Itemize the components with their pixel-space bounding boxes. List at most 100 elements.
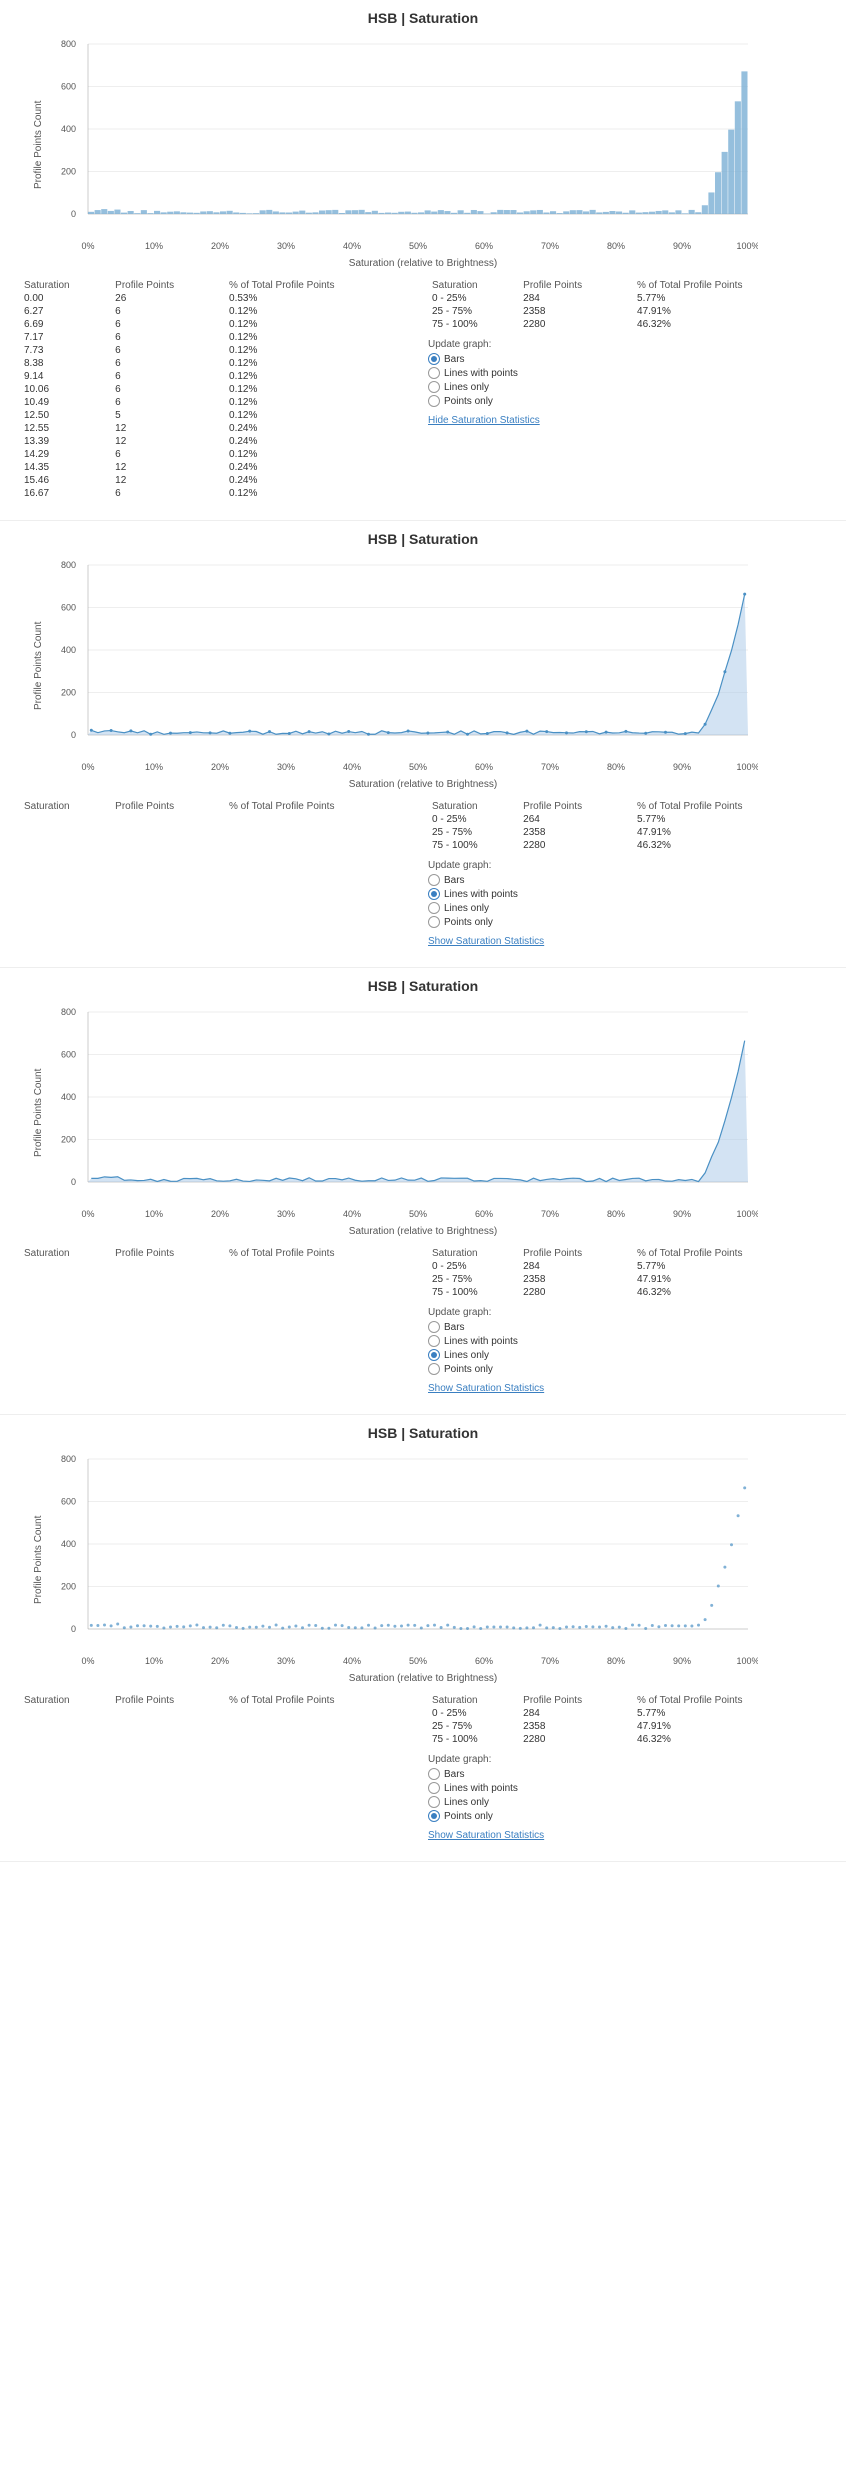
chart-area: Profile Points Count80060040020000%10%20… <box>33 1002 813 1224</box>
radio-option-lines-with-points[interactable]: Lines with points <box>428 367 826 379</box>
sat-value: 13.39 <box>20 435 111 448</box>
sum-pct: 46.32% <box>633 318 826 331</box>
sum-points: 2358 <box>519 1720 633 1733</box>
radio-btn-lines-with-points[interactable] <box>428 888 440 900</box>
radio-option-lines-only[interactable]: Lines only <box>428 902 826 914</box>
svg-text:50%: 50% <box>409 1209 427 1219</box>
chart-container: Profile Points Count80060040020000%10%20… <box>33 34 813 269</box>
y-axis-label: Profile Points Count <box>33 34 44 256</box>
radio-btn-bars[interactable] <box>428 874 440 886</box>
svg-text:30%: 30% <box>277 762 295 772</box>
toggle-stats-link[interactable]: Show Saturation Statistics <box>428 1383 544 1394</box>
radio-btn-bars[interactable] <box>428 353 440 365</box>
toggle-stats-link[interactable]: Hide Saturation Statistics <box>428 415 540 426</box>
radio-option-points-only[interactable]: Points only <box>428 395 826 407</box>
sat-value: 6.69 <box>20 318 111 331</box>
chart-title: HSB | Saturation <box>20 10 826 26</box>
pct-value: 0.24% <box>225 435 418 448</box>
radio-option-bars[interactable]: Bars <box>428 874 826 886</box>
sum-range: 25 - 75% <box>428 305 519 318</box>
radio-btn-lines-only[interactable] <box>428 381 440 393</box>
radio-btn-bars[interactable] <box>428 1321 440 1333</box>
radio-btn-lines-only[interactable] <box>428 1349 440 1361</box>
svg-text:50%: 50% <box>409 1656 427 1666</box>
stats-right: Saturation Profile Points % of Total Pro… <box>428 279 826 500</box>
svg-text:80%: 80% <box>607 762 625 772</box>
chart-plot: 0%10%20%30%40%50%60%70%80%90%100% <box>78 1002 813 1224</box>
radio-btn-points-only[interactable] <box>428 1810 440 1822</box>
toggle-stats-link[interactable]: Show Saturation Statistics <box>428 1830 544 1841</box>
svg-text:10%: 10% <box>145 241 163 251</box>
radio-btn-lines-only[interactable] <box>428 1796 440 1808</box>
table-row: 6.27 6 0.12% <box>20 305 418 318</box>
stats-area: Saturation Profile Points % of Total Pro… <box>20 800 826 947</box>
pts-value: 12 <box>111 435 225 448</box>
radio-option-lines-with-points[interactable]: Lines with points <box>428 1335 826 1347</box>
radio-option-points-only[interactable]: Points only <box>428 1810 826 1822</box>
radio-option-lines-with-points[interactable]: Lines with points <box>428 1782 826 1794</box>
radio-option-lines-only[interactable]: Lines only <box>428 1796 826 1808</box>
radio-option-bars[interactable]: Bars <box>428 1321 826 1333</box>
chart-area: Profile Points Count80060040020000%10%20… <box>33 555 813 777</box>
pts-value: 6 <box>111 357 225 370</box>
x-axis-ticks: 0%10%20%30%40%50%60%70%80%90%100% <box>78 1205 813 1224</box>
svg-text:70%: 70% <box>541 1656 559 1666</box>
radio-btn-bars[interactable] <box>428 1768 440 1780</box>
svg-text:80%: 80% <box>607 1656 625 1666</box>
x-axis-ticks: 0%10%20%30%40%50%60%70%80%90%100% <box>78 237 813 256</box>
stats-right: Saturation Profile Points % of Total Pro… <box>428 800 826 947</box>
summary-row: 75 - 100% 2280 46.32% <box>428 839 826 852</box>
svg-text:600: 600 <box>61 1050 76 1060</box>
x-axis-label: Saturation (relative to Brightness) <box>33 258 813 269</box>
sum-pct: 5.77% <box>633 813 826 826</box>
radio-option-points-only[interactable]: Points only <box>428 1363 826 1375</box>
radio-btn-lines-with-points[interactable] <box>428 1335 440 1347</box>
col-header-pct: % of Total Profile Points <box>225 1694 418 1707</box>
svg-text:10%: 10% <box>145 1656 163 1666</box>
sum-pct: 47.91% <box>633 1720 826 1733</box>
radio-option-lines-only[interactable]: Lines only <box>428 1349 826 1361</box>
col-header-saturation: Saturation <box>20 279 111 292</box>
col-header-points: Profile Points <box>111 1247 225 1260</box>
chart-area: Profile Points Count80060040020000%10%20… <box>33 1449 813 1671</box>
sum-range: 0 - 25% <box>428 1707 519 1720</box>
summary-row: 75 - 100% 2280 46.32% <box>428 1286 826 1299</box>
radio-btn-lines-with-points[interactable] <box>428 1782 440 1794</box>
radio-option-lines-with-points[interactable]: Lines with points <box>428 888 826 900</box>
pct-value: 0.12% <box>225 383 418 396</box>
pts-value: 12 <box>111 474 225 487</box>
toggle-stats-link[interactable]: Show Saturation Statistics <box>428 936 544 947</box>
radio-option-points-only[interactable]: Points only <box>428 916 826 928</box>
svg-text:90%: 90% <box>673 241 691 251</box>
sum-range: 75 - 100% <box>428 1733 519 1746</box>
pts-value: 6 <box>111 318 225 331</box>
summary-row: 25 - 75% 2358 47.91% <box>428 1720 826 1733</box>
svg-text:50%: 50% <box>409 241 427 251</box>
section-section4: HSB | SaturationProfile Points Count8006… <box>0 1415 846 1862</box>
sum-col-pct: % of Total Profile Points <box>633 1247 826 1260</box>
radio-label-bars: Bars <box>444 1769 465 1780</box>
radio-btn-points-only[interactable] <box>428 916 440 928</box>
radio-option-bars[interactable]: Bars <box>428 353 826 365</box>
col-header-points: Profile Points <box>111 279 225 292</box>
radio-btn-lines-only[interactable] <box>428 902 440 914</box>
radio-option-lines-only[interactable]: Lines only <box>428 381 826 393</box>
stats-right: Saturation Profile Points % of Total Pro… <box>428 1694 826 1841</box>
radio-btn-points-only[interactable] <box>428 395 440 407</box>
update-graph-label: Update graph: <box>428 860 826 871</box>
radio-btn-lines-with-points[interactable] <box>428 367 440 379</box>
table-row: 8.38 6 0.12% <box>20 357 418 370</box>
svg-text:60%: 60% <box>475 241 493 251</box>
sat-value: 6.27 <box>20 305 111 318</box>
radio-option-bars[interactable]: Bars <box>428 1768 826 1780</box>
sum-range: 0 - 25% <box>428 292 519 305</box>
chart-container: Profile Points Count80060040020000%10%20… <box>33 1449 813 1684</box>
sum-range: 25 - 75% <box>428 1273 519 1286</box>
pts-value: 12 <box>111 461 225 474</box>
radio-btn-points-only[interactable] <box>428 1363 440 1375</box>
table-row: 13.39 12 0.24% <box>20 435 418 448</box>
col-header-pct: % of Total Profile Points <box>225 800 418 813</box>
svg-text:60%: 60% <box>475 762 493 772</box>
summary-row: 0 - 25% 264 5.77% <box>428 813 826 826</box>
sum-range: 75 - 100% <box>428 318 519 331</box>
